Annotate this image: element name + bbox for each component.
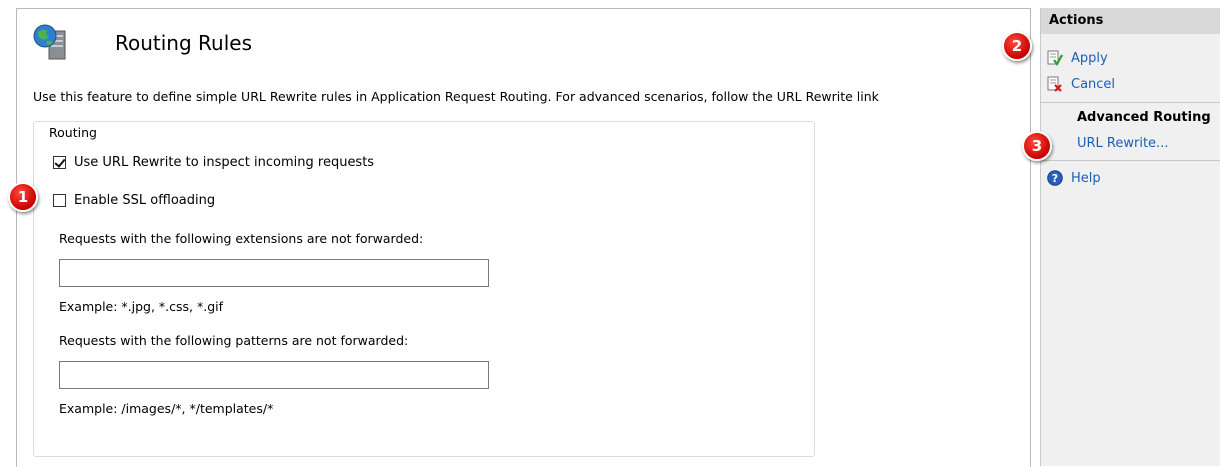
enable-ssl-offloading-checkbox[interactable] bbox=[53, 194, 66, 207]
cancel-icon bbox=[1047, 76, 1062, 92]
patterns-input[interactable] bbox=[59, 361, 489, 389]
url-rewrite-link[interactable]: URL Rewrite... bbox=[1077, 136, 1168, 151]
use-url-rewrite-checkbox[interactable] bbox=[53, 156, 66, 169]
callout-3: 3 bbox=[1022, 131, 1052, 161]
url-rewrite-label[interactable]: URL Rewrite... bbox=[1077, 136, 1168, 151]
callout-1: 1 bbox=[8, 182, 38, 212]
extensions-example: Example: *.jpg, *.css, *.gif bbox=[59, 299, 224, 314]
callout-2: 2 bbox=[1002, 31, 1032, 61]
patterns-example: Example: /images/*, */templates/* bbox=[59, 401, 274, 416]
actions-separator-2 bbox=[1041, 160, 1220, 161]
apply-action[interactable]: Apply bbox=[1047, 50, 1108, 66]
patterns-label: Requests with the following patterns are… bbox=[59, 333, 409, 348]
extensions-input[interactable] bbox=[59, 259, 489, 287]
actions-header: Actions bbox=[1041, 8, 1220, 34]
use-url-rewrite-row[interactable]: Use URL Rewrite to inspect incoming requ… bbox=[53, 155, 374, 170]
apply-icon bbox=[1047, 50, 1063, 66]
svg-text:?: ? bbox=[1052, 172, 1058, 185]
apply-label[interactable]: Apply bbox=[1071, 51, 1108, 66]
actions-separator bbox=[1041, 102, 1220, 103]
advanced-routing-title: Advanced Routing bbox=[1077, 110, 1211, 125]
enable-ssl-offloading-label[interactable]: Enable SSL offloading bbox=[74, 193, 215, 208]
enable-ssl-offloading-row[interactable]: Enable SSL offloading bbox=[53, 193, 215, 208]
use-url-rewrite-label[interactable]: Use URL Rewrite to inspect incoming requ… bbox=[74, 155, 374, 170]
server-globe-icon bbox=[33, 24, 66, 60]
cancel-action[interactable]: Cancel bbox=[1047, 76, 1115, 92]
extensions-label: Requests with the following extensions a… bbox=[59, 231, 424, 246]
page-description: Use this feature to define simple URL Re… bbox=[33, 89, 879, 104]
routing-legend: Routing bbox=[47, 125, 99, 140]
main-panel: Routing Rules Use this feature to define… bbox=[16, 8, 1031, 467]
actions-pane: Actions Apply Cancel Advanced Routing UR… bbox=[1040, 8, 1220, 466]
cancel-label[interactable]: Cancel bbox=[1071, 77, 1115, 92]
help-label[interactable]: Help bbox=[1071, 171, 1101, 186]
help-icon: ? bbox=[1047, 170, 1063, 186]
help-action[interactable]: ? Help bbox=[1047, 170, 1101, 186]
page-title: Routing Rules bbox=[115, 31, 252, 55]
